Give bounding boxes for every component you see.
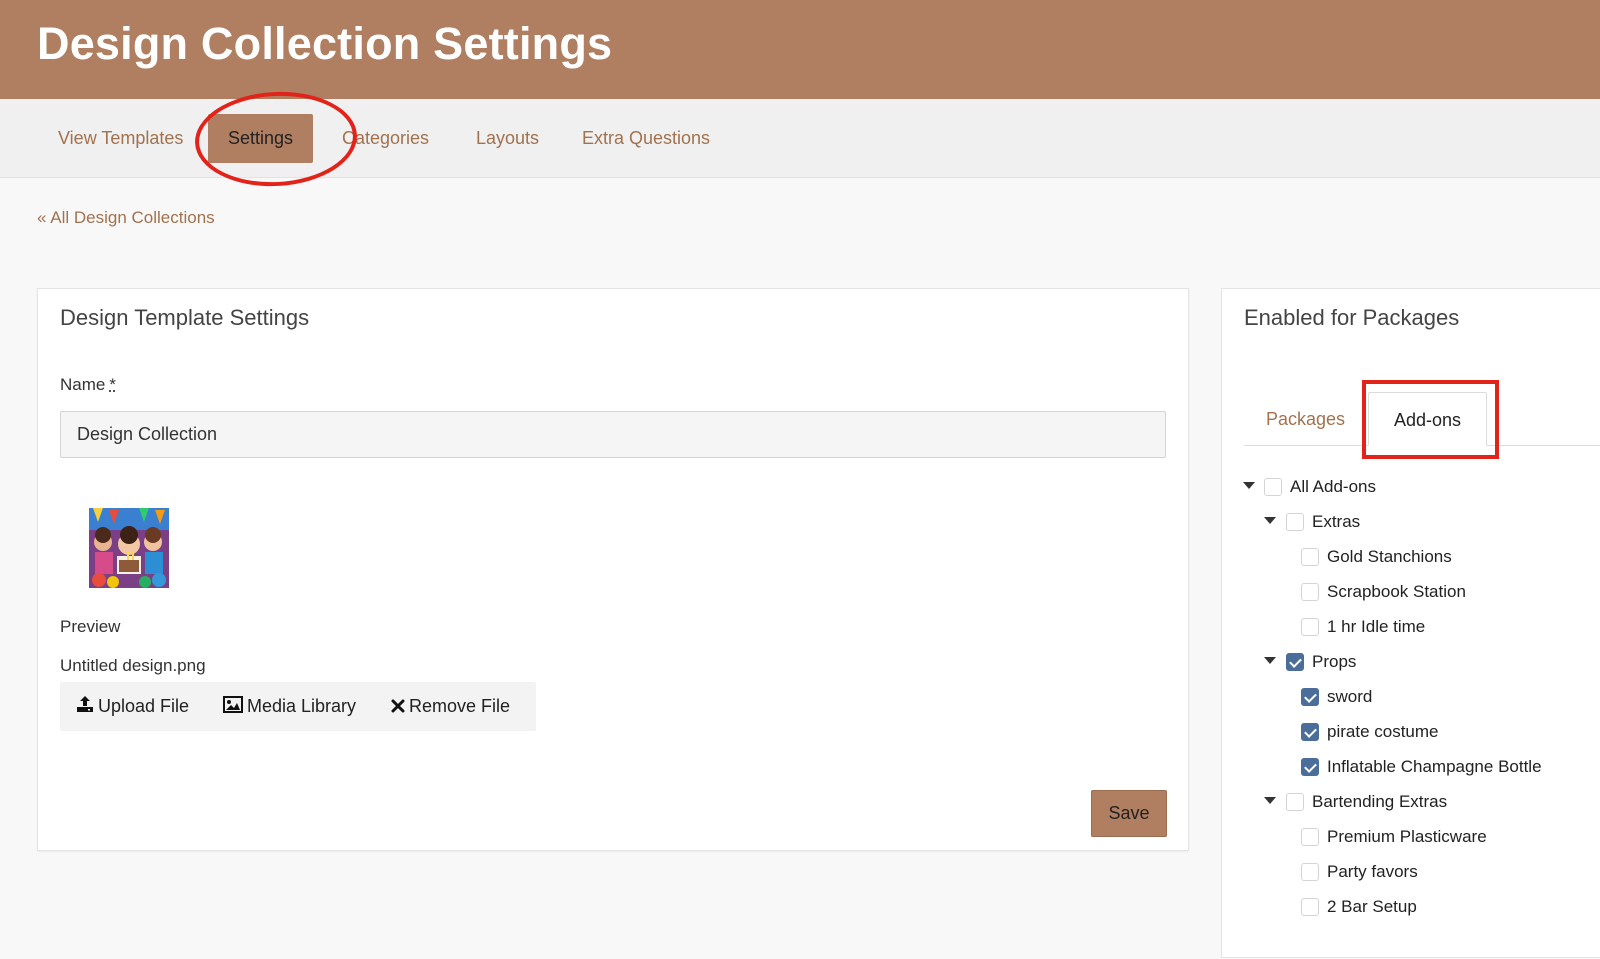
tree-checkbox[interactable] <box>1301 618 1319 636</box>
tree-item-label: All Add-ons <box>1290 477 1376 496</box>
tree-checkbox[interactable] <box>1301 898 1319 916</box>
caret-down-icon[interactable] <box>1264 657 1276 664</box>
tree-item-label: Party favors <box>1327 862 1418 881</box>
caret-down-icon[interactable] <box>1264 797 1276 804</box>
tab-view-templates[interactable]: View Templates <box>58 114 183 163</box>
tree-item-label: Props <box>1312 652 1357 671</box>
tree-checkbox[interactable] <box>1301 688 1319 706</box>
tree-row: Scrapbook Station <box>0 580 1600 604</box>
tree-row: All Add-ons <box>0 475 1600 499</box>
tree-item-label: Extras <box>1312 512 1361 531</box>
tree-checkbox[interactable] <box>1301 583 1319 601</box>
required-indicator: * <box>109 375 116 394</box>
name-label: Name * <box>60 375 116 394</box>
tree-item-label: 2 Bar Setup <box>1327 897 1417 916</box>
tab-packages[interactable]: Packages <box>1266 392 1345 446</box>
tab-add-ons[interactable]: Add-ons <box>1368 392 1487 446</box>
tab-nav: View Templates Settings Categories Layou… <box>0 99 1600 178</box>
tree-row: 1 hr Idle time <box>0 615 1600 639</box>
tree-item-label: Premium Plasticware <box>1327 827 1487 846</box>
tree-row: 2 Bar Setup <box>0 895 1600 919</box>
tree-item-label: Bartending Extras <box>1312 792 1448 811</box>
tree-checkbox[interactable] <box>1264 478 1282 496</box>
tree-item-label: sword <box>1327 687 1373 706</box>
tree-checkbox[interactable] <box>1301 828 1319 846</box>
tree-item-label: 1 hr Idle time <box>1327 617 1426 636</box>
tab-layouts[interactable]: Layouts <box>476 114 539 163</box>
tree-row: Party favors <box>0 860 1600 884</box>
tree-row: Extras <box>0 510 1600 534</box>
name-input[interactable] <box>60 411 1166 458</box>
caret-down-icon[interactable] <box>1243 482 1255 489</box>
tree-row: Premium Plasticware <box>0 825 1600 849</box>
tree-row: pirate costume <box>0 720 1600 744</box>
app-header: Design Collection Settings <box>0 0 1600 99</box>
tree-item-label: pirate costume <box>1327 722 1439 741</box>
tree-row: Bartending Extras <box>0 790 1600 814</box>
tree-row: sword <box>0 685 1600 709</box>
tree-checkbox[interactable] <box>1286 513 1304 531</box>
tree-row: Gold Stanchions <box>0 545 1600 569</box>
tree-item-label: Gold Stanchions <box>1327 547 1452 566</box>
tree-checkbox[interactable] <box>1301 758 1319 776</box>
page-title: Design Collection Settings <box>37 18 613 69</box>
tab-categories[interactable]: Categories <box>342 114 429 163</box>
tab-settings[interactable]: Settings <box>208 114 314 163</box>
panel-title: Design Template Settings <box>60 305 310 330</box>
caret-down-icon[interactable] <box>1264 517 1276 524</box>
tree-checkbox[interactable] <box>1286 793 1304 811</box>
tree-item-label: Inflatable Champagne Bottle <box>1327 757 1542 776</box>
tree-checkbox[interactable] <box>1301 863 1319 881</box>
tree-checkbox[interactable] <box>1301 548 1319 566</box>
tree-checkbox[interactable] <box>1301 723 1319 741</box>
tree-row: Inflatable Champagne Bottle <box>0 755 1600 779</box>
back-to-all-collections-link[interactable]: « All Design Collections <box>37 208 215 228</box>
tree-row: Props <box>0 650 1600 674</box>
tab-extra-questions[interactable]: Extra Questions <box>582 114 710 163</box>
side-panel-title: Enabled for Packages <box>1244 305 1460 330</box>
tree-checkbox[interactable] <box>1286 653 1304 671</box>
tree-item-label: Scrapbook Station <box>1327 582 1466 601</box>
